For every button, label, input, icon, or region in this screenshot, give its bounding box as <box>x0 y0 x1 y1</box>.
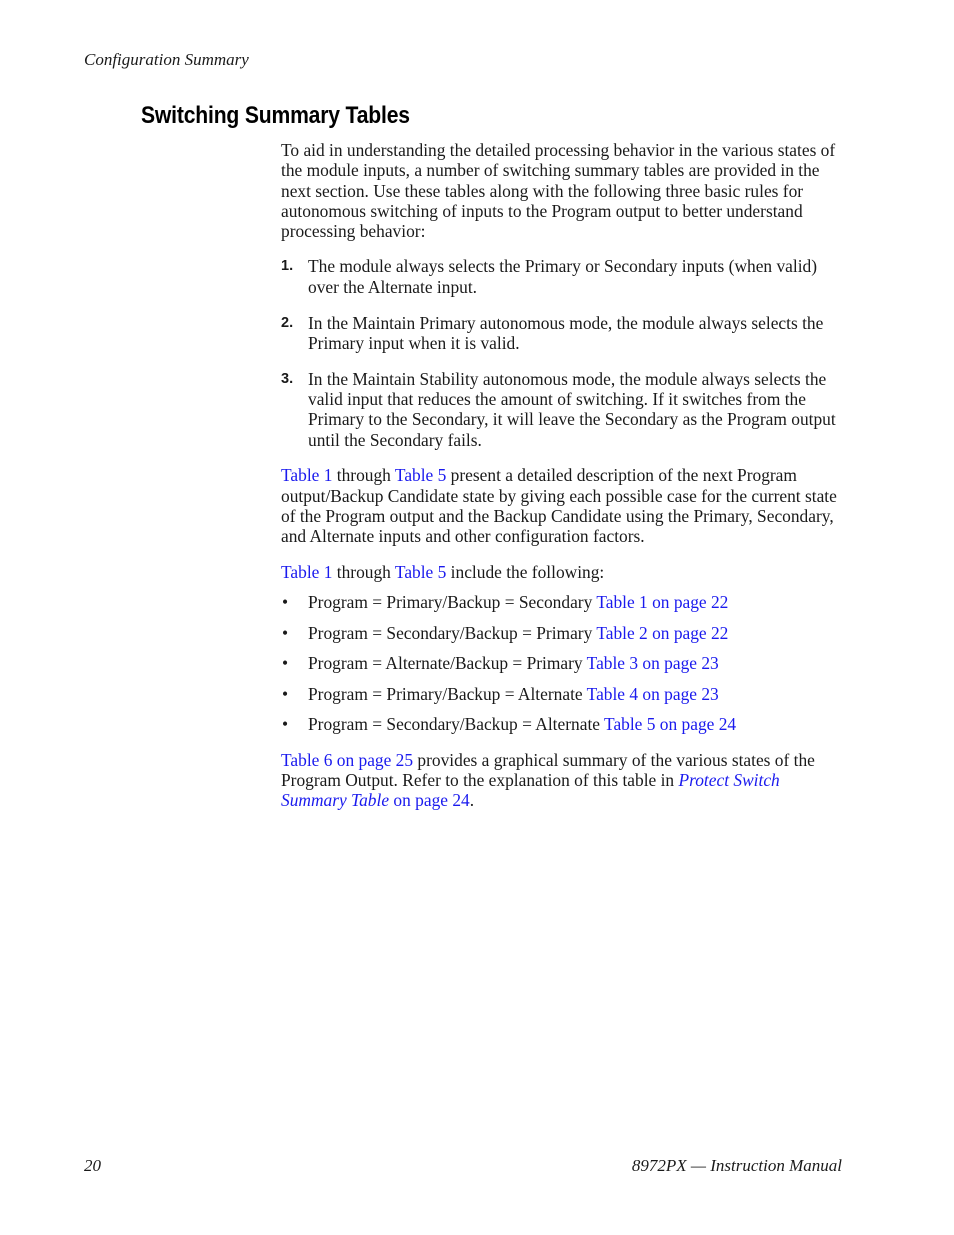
rule-text: In the Maintain Stability autonomous mod… <box>308 368 836 450</box>
rules-list: 1. The module always selects the Primary… <box>281 256 843 449</box>
bullet-icon: • <box>282 622 289 643</box>
case-item: • Program = Secondary/Backup = Alternate … <box>281 714 843 745</box>
running-header: Configuration Summary <box>84 50 249 69</box>
rule-text: The module always selects the Primary or… <box>308 256 818 297</box>
graphical-summary-paragraph: Table 6 on page 25 provides a graphical … <box>281 750 843 811</box>
rule-item: 2. In the Maintain Primary autonomous mo… <box>281 313 843 354</box>
case-item: • Program = Primary/Backup = Alternate Ta… <box>281 684 843 715</box>
bullet-icon: • <box>282 683 289 704</box>
rule-item: 1. The module always selects the Primary… <box>281 256 843 297</box>
table-reference-link[interactable]: Table 3 on page 23 <box>587 653 719 673</box>
bullet-icon: • <box>282 592 289 613</box>
rule-number: 2. <box>281 314 294 331</box>
tables-include-paragraph: Table 1 through Table 5 include the foll… <box>281 562 843 582</box>
case-item: • Program = Alternate/Backup = Primary Ta… <box>281 653 843 684</box>
body-content: To aid in understanding the detailed pro… <box>281 140 843 811</box>
cases-list: • Program = Primary/Backup = Secondary Ta… <box>281 592 843 745</box>
through-text: through <box>332 562 395 583</box>
table-6-link[interactable]: Table 6 on page 25 <box>281 750 413 770</box>
bullet-icon: • <box>282 714 289 735</box>
bullet-icon: • <box>282 653 289 674</box>
table-reference-link[interactable]: Table 5 on page 24 <box>604 714 736 734</box>
case-text: Program = Secondary/Backup = Alternate <box>308 714 605 735</box>
tables-description-paragraph: Table 1 through Table 5 present a detail… <box>281 465 843 546</box>
case-text: Program = Primary/Backup = Secondary <box>308 592 597 613</box>
table-reference-link[interactable]: Table 1 on page 22 <box>596 592 728 612</box>
table-5-link[interactable]: Table 5 <box>395 562 446 582</box>
paragraph-text: include the following: <box>446 562 605 583</box>
rule-number: 3. <box>281 370 294 387</box>
section-title: Switching Summary Tables <box>141 102 410 129</box>
page-number: 20 <box>84 1156 101 1175</box>
table-reference-link[interactable]: Table 2 on page 22 <box>596 623 728 643</box>
rule-item: 3. In the Maintain Stability autonomous … <box>281 369 843 450</box>
table-1-link[interactable]: Table 1 <box>281 562 332 582</box>
period-text: . <box>469 790 475 811</box>
manual-title: 8972PX — Instruction Manual <box>631 1156 842 1175</box>
case-text: Program = Secondary/Backup = Primary <box>308 622 597 643</box>
table-5-link[interactable]: Table 5 <box>395 465 446 485</box>
case-item: • Program = Secondary/Backup = Primary Ta… <box>281 623 843 654</box>
case-item: • Program = Primary/Backup = Secondary Ta… <box>281 592 843 623</box>
rule-text: In the Maintain Primary autonomous mode,… <box>308 312 824 353</box>
intro-paragraph: To aid in understanding the detailed pro… <box>281 140 836 242</box>
case-text: Program = Primary/Backup = Alternate <box>308 683 587 704</box>
rule-number: 1. <box>281 258 294 275</box>
case-text: Program = Alternate/Backup = Primary <box>308 653 587 674</box>
through-text: through <box>332 465 395 486</box>
page-reference-link[interactable]: on page 24 <box>389 790 469 810</box>
table-reference-link[interactable]: Table 4 on page 23 <box>587 684 719 704</box>
table-1-link[interactable]: Table 1 <box>281 465 332 485</box>
